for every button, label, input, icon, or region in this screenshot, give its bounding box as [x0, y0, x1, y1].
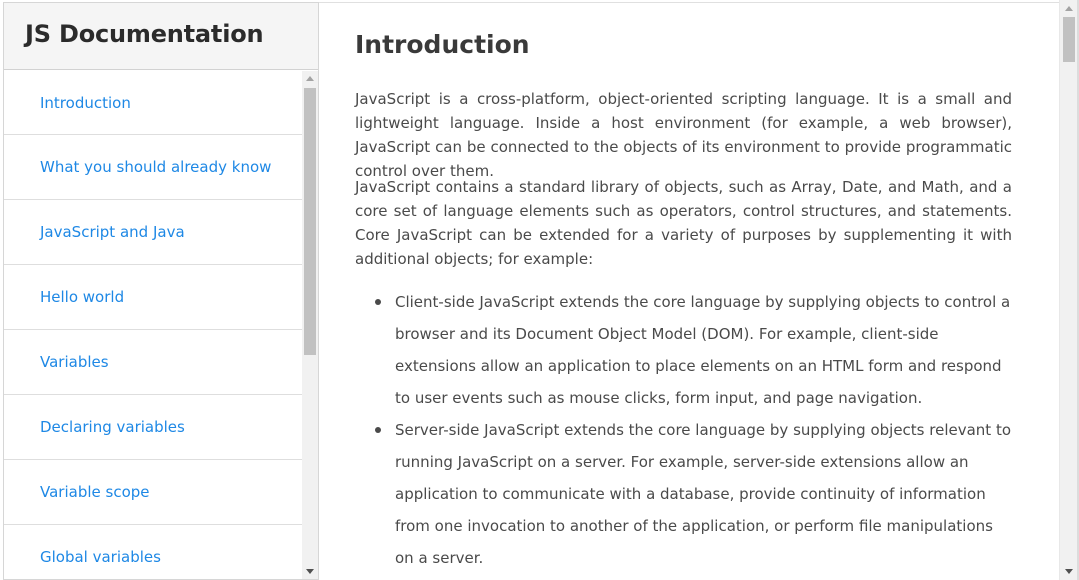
nav-link-hello-world[interactable]: Hello world — [4, 265, 302, 330]
bullet-icon — [375, 299, 381, 305]
nav-link-variable-scope[interactable]: Variable scope — [4, 460, 302, 525]
sidebar-scrollbar-thumb[interactable] — [304, 88, 316, 355]
nav-link-introduction[interactable]: Introduction — [4, 71, 302, 135]
nav-link-global-variables[interactable]: Global variables — [4, 525, 302, 579]
nav-link-variables[interactable]: Variables — [4, 330, 302, 395]
main-doc: Introduction JavaScript is a cross-platf… — [319, 2, 1059, 580]
scroll-down-arrow-icon[interactable] — [1065, 569, 1073, 574]
nav-link-javascript-and-java[interactable]: JavaScript and Java — [4, 200, 302, 265]
bullet-icon — [375, 427, 381, 433]
list-item: Server-side JavaScript extends the core … — [355, 414, 1012, 574]
paragraph: JavaScript is a cross-platform, object-o… — [355, 90, 1012, 180]
list-item-text: Client-side JavaScript extends the core … — [395, 293, 1011, 407]
section-heading: Introduction — [355, 30, 530, 59]
list-item-text: Server-side JavaScript extends the core … — [395, 421, 1012, 567]
scroll-up-arrow-icon[interactable] — [1065, 6, 1073, 11]
scroll-down-arrow-icon[interactable] — [306, 569, 314, 574]
page-scrollbar-thumb[interactable] — [1063, 17, 1075, 62]
page-scrollbar[interactable] — [1059, 0, 1077, 580]
sidebar-header: JS Documentation — [4, 3, 318, 70]
sidebar-title: JS Documentation — [25, 20, 264, 48]
nav-link-declaring-variables[interactable]: Declaring variables — [4, 395, 302, 460]
sidebar-scrollbar[interactable] — [302, 71, 318, 579]
scroll-up-arrow-icon[interactable] — [306, 76, 314, 81]
bullet-list: Client-side JavaScript extends the core … — [355, 286, 1012, 574]
list-item: Client-side JavaScript extends the core … — [355, 286, 1012, 414]
nav-link-what-you-should-already-know[interactable]: What you should already know — [4, 135, 302, 200]
paragraph: JavaScript contains a standard library o… — [355, 178, 1012, 268]
navbar: JS Documentation Introduction What you s… — [3, 2, 319, 580]
nav-list: Introduction What you should already kno… — [4, 71, 302, 579]
